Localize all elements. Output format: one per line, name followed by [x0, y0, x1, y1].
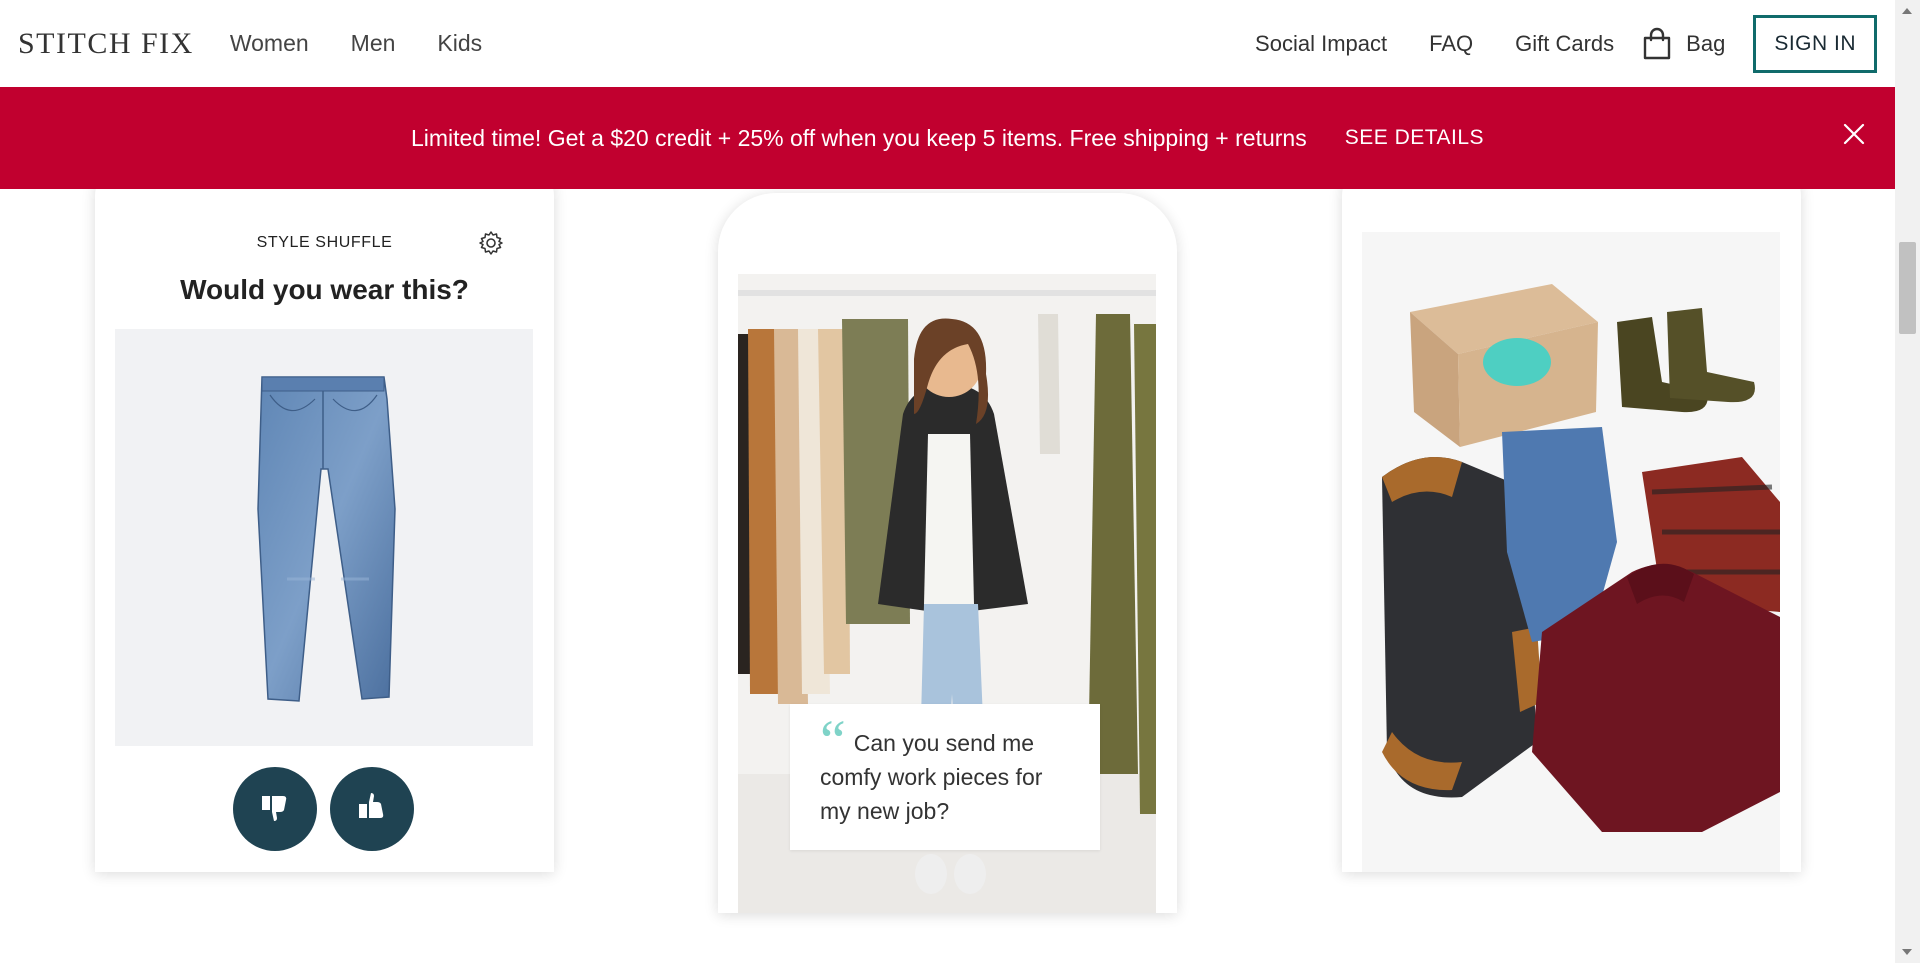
gear-icon[interactable]	[478, 230, 504, 261]
stitch-fix-logo[interactable]: STITCH FIX	[18, 27, 194, 61]
nav-faq[interactable]: FAQ	[1429, 31, 1473, 57]
scroll-up-icon[interactable]	[1902, 8, 1912, 14]
close-icon[interactable]	[1843, 123, 1865, 150]
jeans-product-image	[115, 329, 533, 746]
quote-card: “Can you send me comfy work pieces for m…	[790, 704, 1100, 850]
secondary-nav: Social Impact FAQ Gift Cards Bag SIGN IN	[1255, 14, 1877, 73]
client-request-phone: “Can you send me comfy work pieces for m…	[718, 193, 1177, 913]
fix-box-photo	[1362, 232, 1780, 872]
page-scrollbar[interactable]	[1895, 0, 1920, 963]
nav-kids[interactable]: Kids	[437, 30, 482, 57]
like-button[interactable]	[330, 767, 414, 851]
scroll-down-icon[interactable]	[1902, 949, 1912, 955]
nav-social-impact[interactable]: Social Impact	[1255, 31, 1387, 57]
nav-men[interactable]: Men	[351, 30, 396, 57]
sign-in-button[interactable]: SIGN IN	[1753, 14, 1877, 73]
shopping-bag-icon	[1642, 27, 1672, 61]
scroll-thumb[interactable]	[1899, 242, 1916, 334]
style-shuffle-phone: STYLE SHUFFLE Would you wear this?	[95, 160, 554, 872]
main-nav: Women Men Kids	[230, 30, 482, 57]
quote-mark-icon: “	[820, 708, 846, 773]
thumbs-down-icon	[258, 790, 292, 829]
quote-text: Can you send me comfy work pieces for my…	[820, 730, 1043, 824]
nav-women[interactable]: Women	[230, 30, 309, 57]
stylist-photo: “Can you send me comfy work pieces for m…	[738, 274, 1156, 913]
thumbs-up-icon	[355, 790, 389, 829]
style-shuffle-question: Would you wear this?	[180, 274, 469, 305]
bag-link[interactable]: Bag	[1642, 27, 1725, 61]
nav-gift-cards[interactable]: Gift Cards	[1515, 31, 1614, 57]
promo-text: Limited time! Get a $20 credit + 25% off…	[410, 124, 1307, 151]
fix-box-phone	[1342, 160, 1801, 872]
dislike-button[interactable]	[233, 767, 317, 851]
site-header: STITCH FIX Women Men Kids Social Impact …	[0, 0, 1895, 87]
see-details-link[interactable]: SEE DETAILS	[1345, 126, 1484, 150]
promo-banner: Limited time! Get a $20 credit + 25% off…	[0, 87, 1895, 189]
bag-label: Bag	[1686, 30, 1726, 56]
